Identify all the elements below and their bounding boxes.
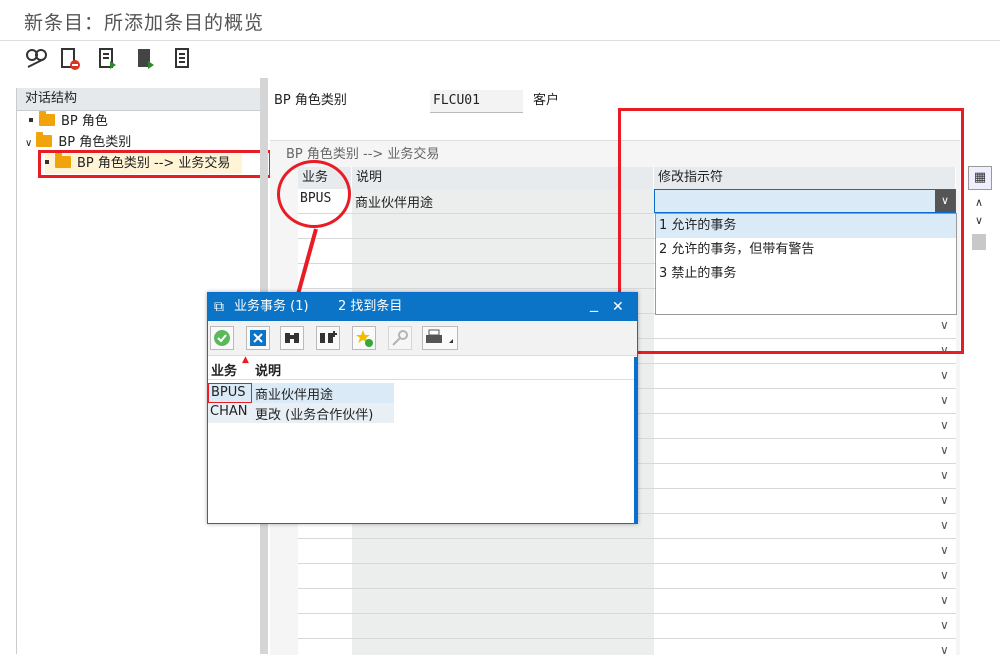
row-chevron-icon[interactable]: ∨ [940, 543, 949, 557]
confirm-icon[interactable] [210, 326, 234, 350]
row-chevron-icon[interactable]: ∨ [940, 518, 949, 532]
list-item-desc: 更改 (业务合作伙伴) [255, 408, 374, 423]
minimize-icon[interactable]: _ [590, 289, 598, 317]
tree-item-label: BP 角色 [61, 114, 108, 129]
favorite-add-icon[interactable] [352, 326, 376, 350]
row-chevron-icon[interactable]: ∨ [940, 368, 949, 382]
dialog-title: 业务事务 (1) [234, 299, 309, 314]
deselect-icon[interactable] [172, 47, 196, 71]
find-icon[interactable] [280, 326, 304, 350]
highlight-code-circle [277, 160, 351, 228]
table-settings-icon[interactable]: ▦ [968, 166, 992, 190]
cancel-icon[interactable] [246, 326, 270, 350]
tree-item-label: BP 角色类别 [58, 135, 132, 150]
expand-chevron-icon: ∨ [25, 138, 33, 149]
key-icon[interactable] [388, 326, 412, 350]
col-header-code[interactable]: 业务 [211, 360, 237, 379]
list-item[interactable]: CHAN 更改 (业务合作伙伴) [208, 403, 394, 423]
row-chevron-icon[interactable]: ∨ [940, 643, 949, 657]
select-block-icon[interactable] [134, 47, 158, 71]
scroll-down-icon[interactable]: ∨ [968, 210, 990, 232]
row-chevron-icon[interactable]: ∨ [940, 493, 949, 507]
dialog-toolbar [208, 321, 637, 356]
list-item-desc: 商业伙伴用途 [255, 388, 334, 403]
tree-header: 对话结构 [17, 88, 261, 111]
title-bar: 新条目：所添加条目的概览 [0, 0, 1000, 41]
highlight-tree-selection [38, 150, 272, 178]
table-title: BP 角色类别 --> 业务交易 [286, 147, 440, 162]
find-next-icon[interactable] [316, 326, 340, 350]
scroll-thumb[interactable] [972, 234, 986, 250]
select-all-icon[interactable] [96, 47, 120, 71]
dialog-list-header: 业务 ▲ 说明 [208, 355, 636, 380]
row-chevron-icon[interactable]: ∨ [940, 418, 949, 432]
folder-icon [39, 111, 55, 126]
highlight-indicator-area [618, 108, 964, 354]
folder-icon [36, 132, 53, 147]
window-icon: ⧉ [214, 299, 224, 315]
row-chevron-icon[interactable]: ∨ [940, 393, 949, 407]
found-count: 2 找到条目 [338, 299, 403, 314]
display-icon[interactable] [24, 47, 48, 71]
print-icon[interactable] [422, 326, 458, 350]
search-help-dialog: ⧉ 业务事务 (1) 2 找到条目 _ ✕ 业务 ▲ 说明 BPUS 商业伙伴用… [207, 292, 638, 524]
role-category-label: BP 角色类别 [274, 93, 347, 108]
dialog-border [634, 357, 637, 523]
col-label: 说明 [356, 170, 383, 185]
dialog-title-bar[interactable]: ⧉ 业务事务 (1) 2 找到条目 _ ✕ [208, 293, 637, 321]
tree-item-bp-role[interactable]: BP 角色 [29, 111, 108, 132]
col-header-desc[interactable]: 说明 [352, 167, 654, 189]
row-chevron-icon[interactable]: ∨ [940, 618, 949, 632]
close-icon[interactable]: ✕ [612, 293, 624, 321]
list-item-code: BPUS [208, 383, 252, 403]
row-chevron-icon[interactable]: ∨ [940, 568, 949, 582]
window-title: 新条目：所添加条目的概览 [24, 12, 265, 34]
col-header-desc[interactable]: 说明 [255, 360, 281, 379]
row-chevron-icon[interactable]: ∨ [940, 468, 949, 482]
toolbar [0, 41, 1000, 77]
row-chevron-icon[interactable]: ∨ [940, 443, 949, 457]
list-item-code: CHAN [210, 404, 248, 419]
row-chevron-icon[interactable]: ∨ [940, 593, 949, 607]
bullet-icon [29, 118, 33, 122]
row-desc: 商业伙伴用途 [355, 196, 434, 211]
sort-asc-icon: ▲ [242, 355, 249, 365]
delete-icon[interactable] [58, 47, 82, 71]
list-item[interactable]: BPUS 商业伙伴用途 [208, 383, 394, 403]
role-category-desc: 客户 [533, 93, 560, 108]
role-category-field[interactable]: FLCU01 [430, 90, 523, 113]
